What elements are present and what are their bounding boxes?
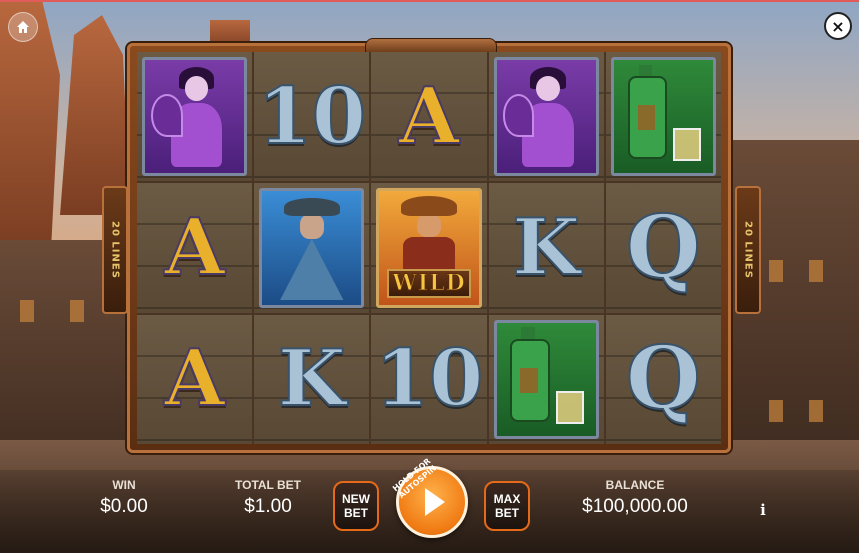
total-bet-display: TOTAL BET $1.00 (222, 478, 314, 518)
symbol-ten: 10 (257, 70, 368, 162)
home-button[interactable] (8, 12, 38, 42)
reel-cell (137, 52, 253, 182)
reel-cell: 10 (254, 52, 370, 182)
symbol-queen: Q (625, 196, 702, 298)
reel-cell: K (488, 183, 604, 313)
new-bet-button[interactable]: NEW BET (333, 481, 379, 531)
reel-cell: A (137, 314, 253, 444)
reel-cell (605, 52, 721, 182)
symbol-king: K (277, 333, 347, 425)
symbol-ace: A (163, 201, 226, 293)
paylines-label: 20 LINES (742, 221, 754, 279)
symbol-ace: A (163, 333, 226, 425)
balance-label: BALANCE (605, 478, 665, 492)
top-accent-line (0, 0, 859, 2)
reel-cell: A (371, 52, 487, 182)
reel-cell (254, 183, 370, 313)
gunslinger-symbol (259, 188, 365, 308)
reel-cell: Q (605, 314, 721, 444)
reel-cell (488, 314, 604, 444)
reel-cell: K (254, 314, 370, 444)
symbol-queen: Q (625, 328, 702, 430)
paylines-label: 20 LINES (109, 221, 121, 279)
win-value: $0.00 (100, 496, 148, 517)
whiskey-bottle-symbol (610, 57, 716, 177)
reel-cell (488, 52, 604, 182)
symbol-ten: 10 (374, 333, 485, 425)
close-button[interactable]: × (824, 12, 852, 40)
total-bet-value: $1.00 (244, 496, 292, 517)
lady-symbol (493, 57, 599, 177)
paylines-indicator-right: 20 LINES (735, 186, 761, 314)
info-button[interactable]: i (753, 500, 773, 520)
balance-value: $100,000.00 (582, 496, 688, 517)
total-bet-label: TOTAL BET (235, 478, 301, 492)
win-display: WIN $0.00 (96, 478, 152, 518)
spin-button[interactable]: HOLD FOR AUTOSPIN (391, 456, 468, 538)
reel-cell: Q (605, 183, 721, 313)
reel-grid: 10 A A WILD K Q A K 10 Q (137, 52, 721, 444)
symbol-king: K (511, 201, 581, 293)
lady-symbol (142, 57, 248, 177)
reel-cell: WILD (371, 183, 487, 313)
reel-cell: A (137, 183, 253, 313)
whiskey-bottle-symbol (493, 319, 599, 439)
max-bet-button[interactable]: MAX BET (484, 481, 530, 531)
play-icon (425, 488, 445, 516)
symbol-ace: A (398, 70, 461, 162)
wild-label: WILD (387, 268, 471, 298)
wild-cowboy-symbol: WILD (376, 188, 482, 308)
home-icon (17, 21, 29, 33)
win-label: WIN (112, 478, 136, 492)
reel-cell: 10 (371, 314, 487, 444)
balance-display: BALANCE $100,000.00 (575, 478, 695, 518)
paylines-indicator-left: 20 LINES (102, 186, 128, 314)
